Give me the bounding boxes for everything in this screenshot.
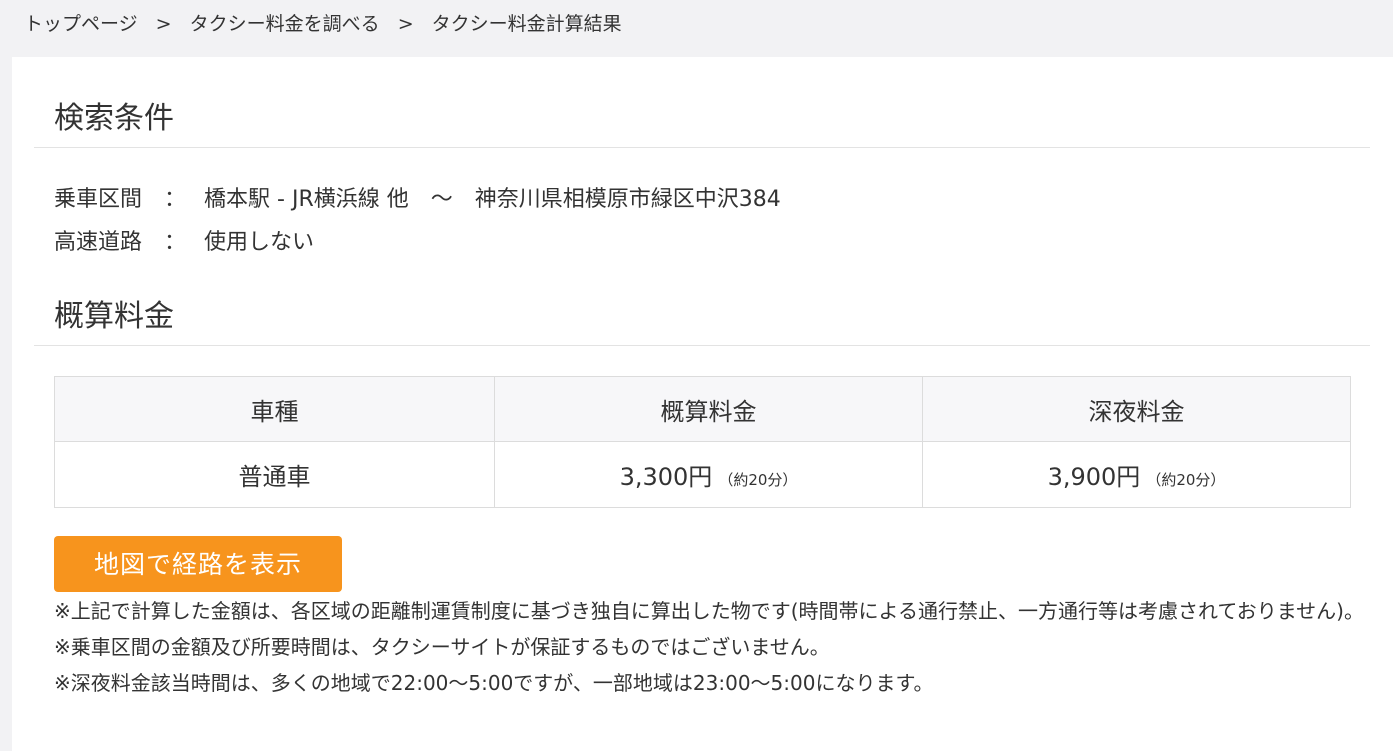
disclaimer-note: ※乗車区間の金額及び所要時間は、タクシーサイトが保証するものではございません。 [54,635,830,659]
fare-table: 車種 概算料金 深夜料金 普通車 3,300円 （約20分） 3,900円 （約20… [54,376,1351,508]
breadcrumb-search-fare-link[interactable]: タクシー料金を調べる [190,13,380,35]
ride-to: 神奈川県相模原市緑区中沢384 [474,187,781,212]
ride-from: 橋本駅 - JR横浜線 他 [204,187,409,212]
estimated-fare-cell: 3,300円 （約20分） [494,441,923,508]
divider [34,345,1370,346]
night-fare-value: 3,900円 [1047,463,1141,491]
divider [34,147,1370,148]
estimate-title: 概算料金 [54,299,174,334]
header-estimated-fare: 概算料金 [494,376,923,442]
ride-section-row: 乗車区間 ： 橋本駅 - JR横浜線 他 ～ 神奈川県相模原市緑区中沢384 [54,181,781,213]
ride-section-label: 乗車区間 [54,187,143,212]
breadcrumb: トップページ > タクシー料金を調べる > タクシー料金計算結果 [24,9,622,36]
disclaimer-notes: ※上記で計算した金額は、各区域の距離制運賃制度に基づき独自に算出した物です(時間… [54,593,1374,701]
expressway-value: 使用しない [204,230,315,255]
disclaimer-note: ※深夜料金該当時間は、多くの地域で22:00～5:00ですが、一部地域は23:0… [54,671,934,695]
table-row: 普通車 3,300円 （約20分） 3,900円 （約20分） [54,441,1351,508]
breadcrumb-top-link[interactable]: トップページ [24,13,138,35]
result-card: 検索条件 乗車区間：橋本駅 - JR横浜線 他～神奈川県相模原市緑区中沢384 … [12,57,1393,751]
tilde: ～ [430,187,453,212]
header-night-fare: 深夜料金 [922,376,1351,442]
breadcrumb-separator: > [397,13,414,35]
night-fare-duration: （約20分） [1146,471,1226,489]
breadcrumb-current: タクシー料金計算結果 [431,13,622,35]
estimated-fare-duration: （約20分） [718,471,798,489]
search-conditions-title: 検索条件 [54,101,174,136]
header-vehicle-type: 車種 [54,376,495,442]
expressway-label: 高速道路 [54,230,143,255]
expressway-row: 高速道路 ： 使用しない [54,224,314,256]
estimated-fare-value: 3,300円 [619,463,713,491]
fare-table-header-row: 車種 概算料金 深夜料金 [54,376,1351,442]
breadcrumb-separator: > [155,13,172,35]
colon: ： [164,230,187,255]
vehicle-type-cell: 普通車 [54,441,495,508]
colon: ： [164,187,187,212]
night-fare-cell: 3,900円 （約20分） [922,441,1351,508]
disclaimer-note: ※上記で計算した金額は、各区域の距離制運賃制度に基づき独自に算出した物です(時間… [54,599,1364,623]
show-route-on-map-button[interactable]: 地図で経路を表示 [54,536,342,592]
